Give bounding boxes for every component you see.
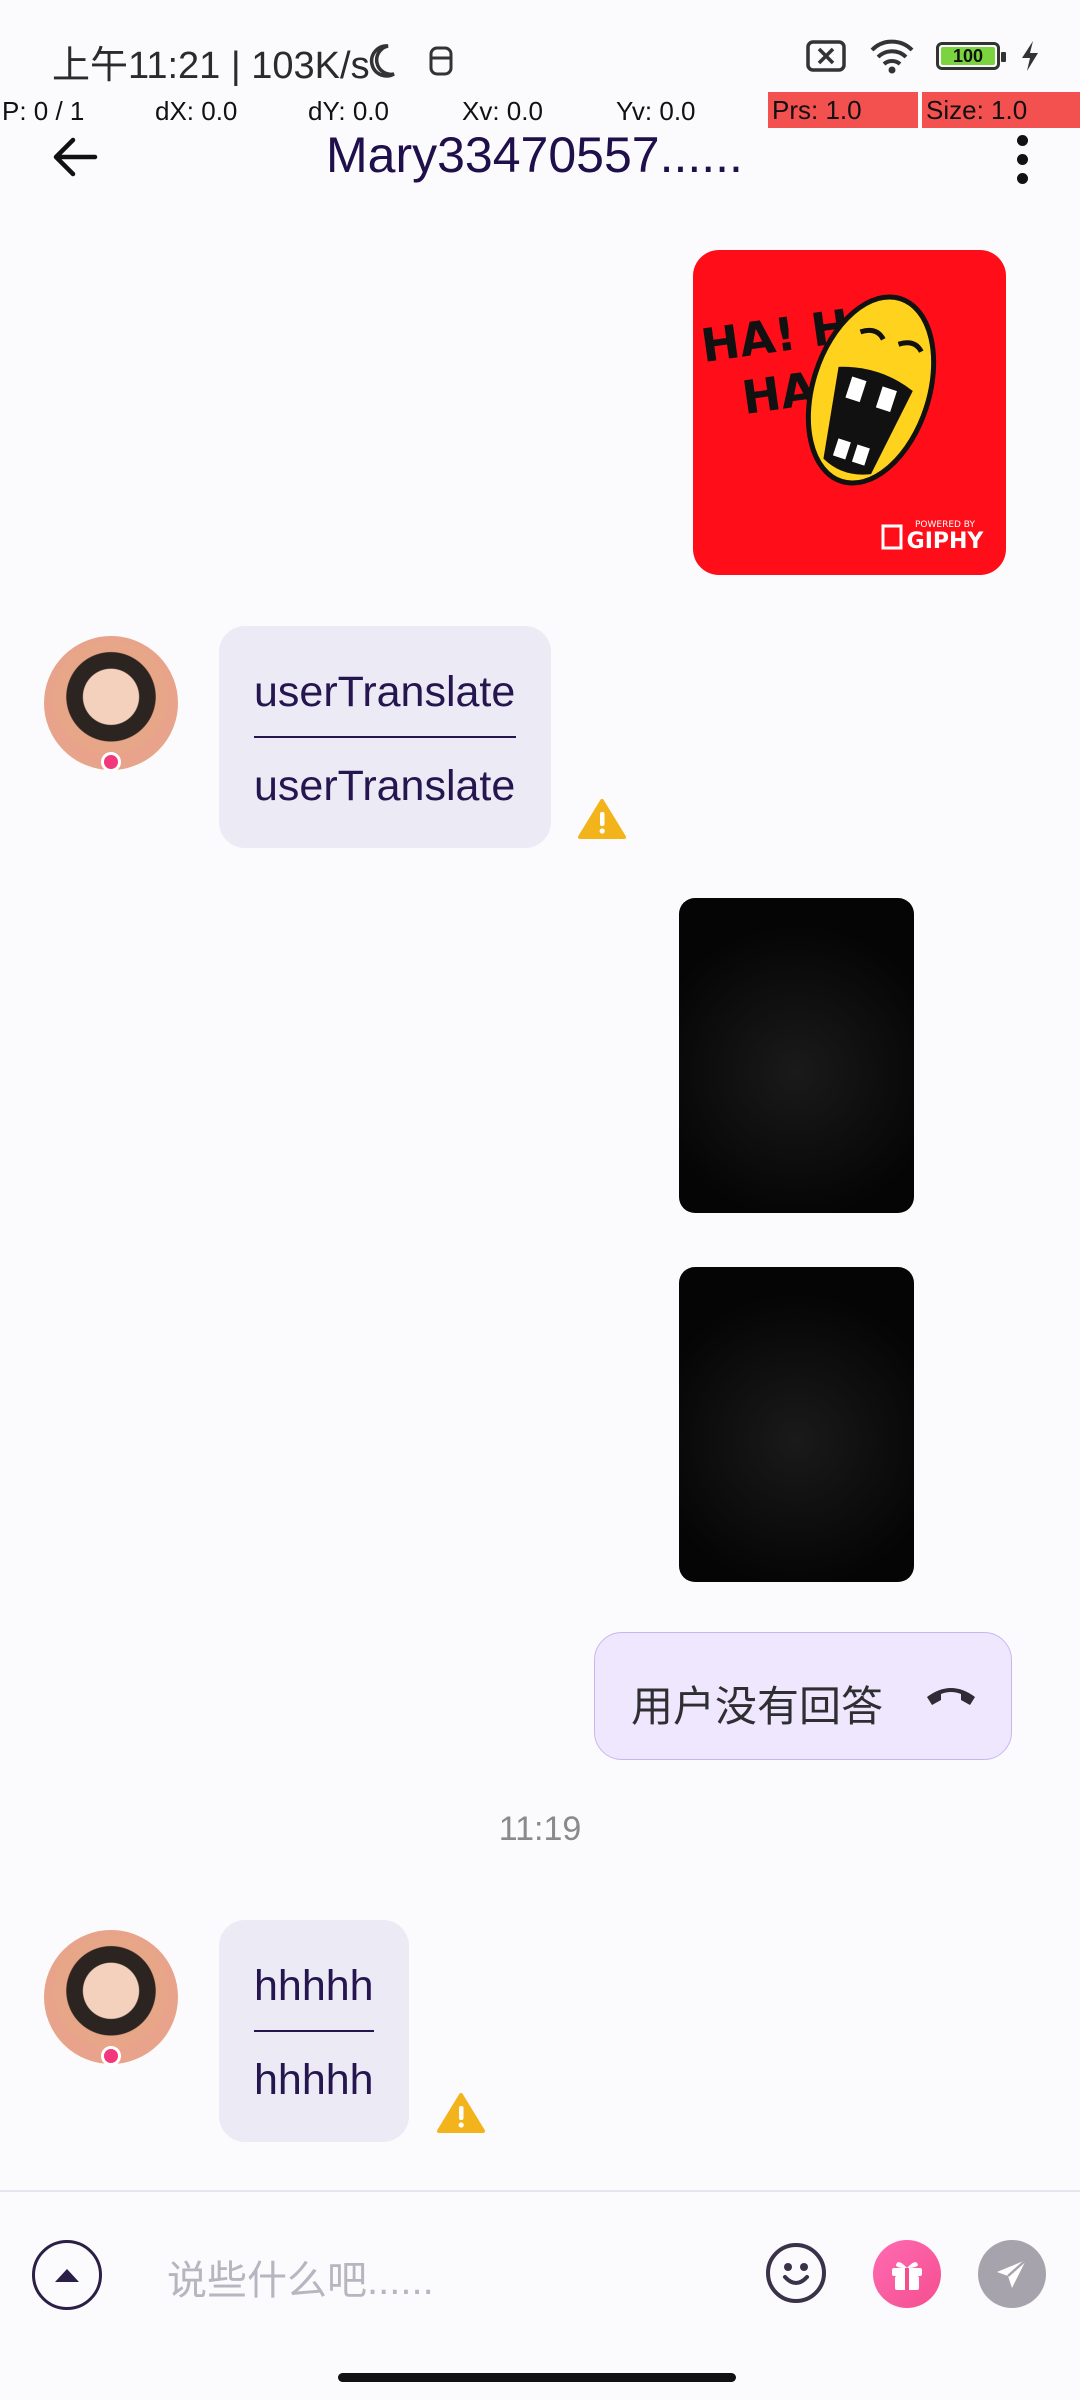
warning-icon[interactable] <box>437 2092 485 2134</box>
online-badge <box>101 2046 121 2066</box>
timestamp-label: 11:19 <box>498 1810 582 1848</box>
video-message[interactable] <box>679 898 914 1213</box>
message-original-text: hhhhh <box>254 1962 374 2010</box>
message-input[interactable] <box>165 2250 729 2312</box>
status-text: 上午11:21 | 103K/s <box>52 45 370 87</box>
warning-icon[interactable] <box>578 798 626 840</box>
send-paper-plane-icon <box>997 2259 1027 2288</box>
smiley-icon <box>783 2263 809 2285</box>
more-dot <box>1016 172 1028 184</box>
chat-title: Mary33470557...... <box>326 127 743 183</box>
battery-level: 100 <box>941 46 995 66</box>
giphy-brand: GIPHY <box>907 529 985 554</box>
battery-icon: 100 <box>936 42 1006 70</box>
incoming-message-bubble[interactable]: userTranslate userTranslate <box>219 626 551 848</box>
incoming-message-bubble[interactable]: hhhhh hhhhh <box>219 1920 409 2142</box>
avatar[interactable] <box>44 1930 178 2064</box>
debug-dy: dY: 0.0 <box>308 96 389 126</box>
expand-menu-button[interactable] <box>32 2240 102 2310</box>
translation-divider <box>254 2030 374 2032</box>
debug-size: Size: 1.0 <box>922 92 1080 128</box>
message-translated-text: hhhhh <box>254 2056 374 2104</box>
debug-dx: dX: 0.0 <box>155 96 238 126</box>
status-icons: 100 <box>804 38 1040 74</box>
gift-icon <box>892 2262 922 2290</box>
message-translated-text: userTranslate <box>254 762 516 810</box>
gift-button[interactable] <box>873 2240 941 2308</box>
chevron-up-icon <box>55 2269 79 2282</box>
debug-pressure: Prs: 1.0 <box>768 92 918 128</box>
status-bar: 上午11:21 | 103K/s 100 <box>0 0 1080 90</box>
back-arrow-icon <box>53 137 98 177</box>
video-message[interactable] <box>679 1267 914 1582</box>
sim-card-x-icon <box>806 40 846 72</box>
home-indicator[interactable] <box>338 2373 736 2382</box>
send-button[interactable] <box>978 2240 1046 2308</box>
online-badge <box>101 752 121 772</box>
call-status-text: 用户没有回答 <box>631 1683 884 1730</box>
laughing-face-sticker: HA! HA! HA! POWERED BY GIPHY <box>698 291 985 554</box>
wifi-icon <box>870 39 914 74</box>
hang-up-phone-icon <box>927 1688 975 1705</box>
back-button[interactable] <box>40 122 110 192</box>
debug-yv: Yv: 0.0 <box>616 96 696 126</box>
pointer-debug-overlay: P: 0 / 1 dX: 0.0 dY: 0.0 Xv: 0.0 Yv: 0.0… <box>0 92 1080 128</box>
charging-bolt-icon <box>1022 41 1038 71</box>
debug-xv: Xv: 0.0 <box>462 96 543 126</box>
emoji-button[interactable] <box>766 2243 826 2303</box>
call-status-bubble[interactable]: 用户没有回答 <box>594 1632 1012 1760</box>
notification-app-icon <box>429 46 453 76</box>
more-dot <box>1016 134 1028 146</box>
avatar[interactable] <box>44 636 178 770</box>
more-dot <box>1016 153 1028 165</box>
more-options-button[interactable] <box>1000 124 1044 194</box>
do-not-disturb-moon-icon <box>369 44 395 78</box>
gif-sticker-message[interactable]: HA! HA! HA! POWERED BY GIPHY <box>693 250 1006 575</box>
translation-divider <box>254 736 516 738</box>
message-original-text: userTranslate <box>254 668 516 716</box>
